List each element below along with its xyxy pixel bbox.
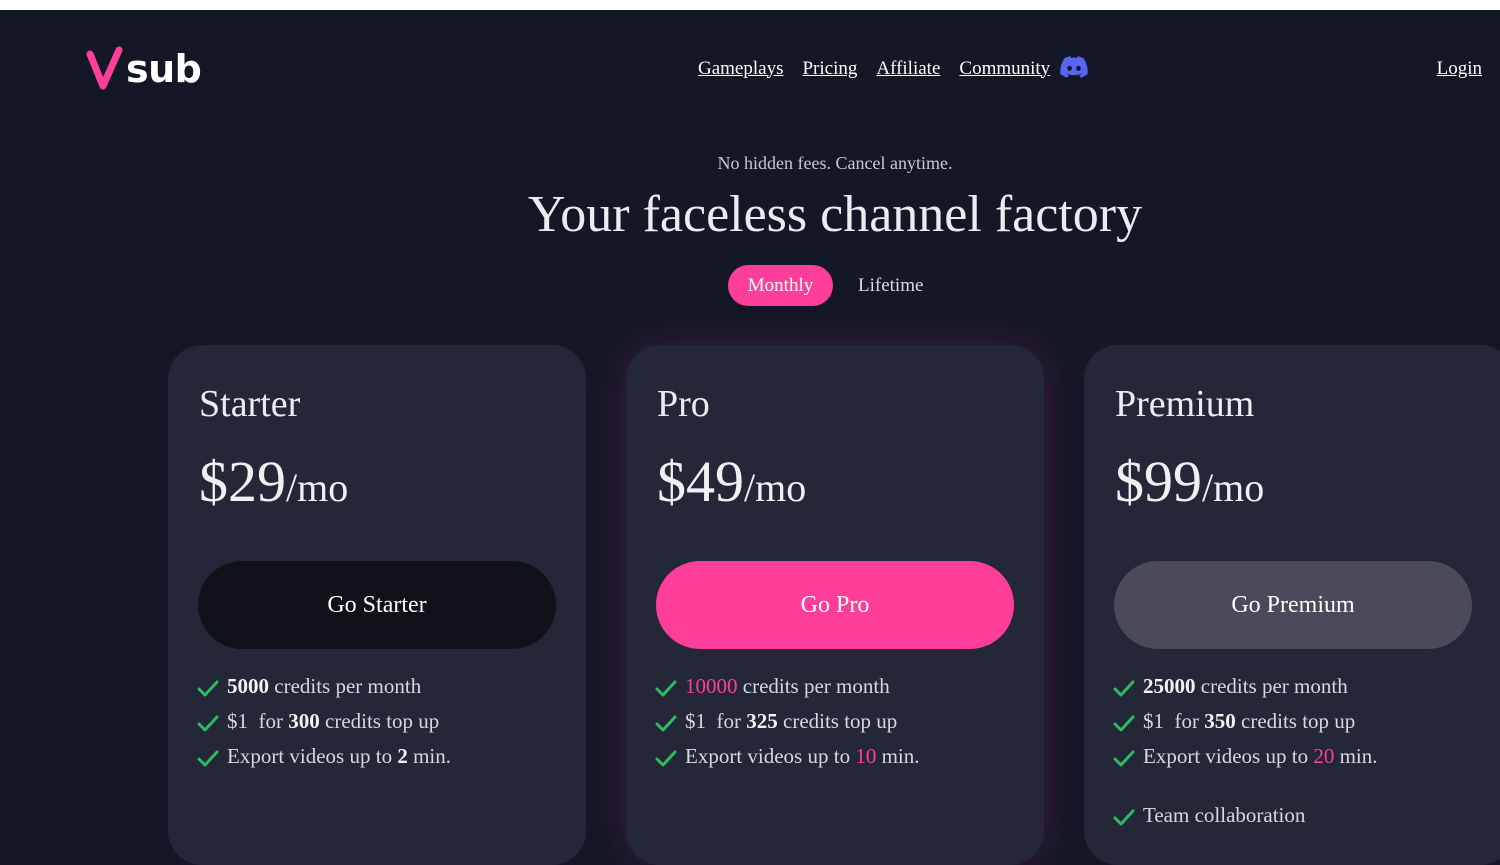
price-amount: $99 xyxy=(1115,449,1202,514)
feature-text: credits per month xyxy=(269,674,422,698)
check-icon xyxy=(197,680,219,697)
feature-text: credits top up xyxy=(319,709,440,733)
hero-subtitle: No hidden fees. Cancel anytime. xyxy=(717,153,953,173)
plan-card-pro: Pro $49/mo Go Pro 10000 credits per mont… xyxy=(626,345,1044,865)
page-title: Your faceless channel factory xyxy=(527,186,1143,243)
brand-name: sub xyxy=(126,47,202,91)
feature-text: credits top up xyxy=(1235,709,1356,733)
feature-text: Team collaboration xyxy=(1143,803,1306,827)
price-period: /mo xyxy=(286,465,349,510)
main-nav: Gameplays Pricing Affiliate Community xyxy=(698,54,1088,83)
plan-price: $29/mo xyxy=(199,447,348,532)
feature-item: Export videos up to 20 min. xyxy=(1113,739,1378,774)
feature-list: 25000 credits per month $1 for 350 credi… xyxy=(1113,669,1378,833)
price-amount: $29 xyxy=(199,449,286,514)
feature-list: 5000 credits per month $1 for 300 credit… xyxy=(197,669,451,774)
price-period: /mo xyxy=(1202,465,1265,510)
go-premium-button[interactable]: Go Premium xyxy=(1114,561,1472,649)
feature-text: min. xyxy=(407,744,451,768)
price-amount: $49 xyxy=(657,449,744,514)
price-period: /mo xyxy=(744,465,807,510)
check-icon xyxy=(1113,809,1135,826)
billing-toggle: Monthly Lifetime xyxy=(728,265,923,306)
go-starter-button[interactable]: Go Starter xyxy=(198,561,556,649)
export-minutes: 20 xyxy=(1313,744,1335,768)
feature-text: credits top up xyxy=(777,709,898,733)
check-icon xyxy=(655,750,677,767)
feature-item: Team collaboration xyxy=(1113,798,1378,833)
plan-price: $49/mo xyxy=(657,447,806,532)
feature-item: 5000 credits per month xyxy=(197,669,451,704)
credits-amount: 25000 xyxy=(1143,674,1196,698)
check-icon xyxy=(197,750,219,767)
check-icon xyxy=(655,715,677,732)
feature-item: $1 for 300 credits top up xyxy=(197,704,451,739)
feature-text: Export videos up to xyxy=(227,744,398,768)
browser-top-strip xyxy=(0,0,1500,10)
check-icon xyxy=(197,715,219,732)
feature-list: 10000 credits per month $1 for 325 credi… xyxy=(655,669,920,774)
nav-link-pricing[interactable]: Pricing xyxy=(802,56,857,82)
feature-text: $1 for xyxy=(685,709,747,733)
toggle-monthly[interactable]: Monthly xyxy=(728,265,833,306)
feature-text: credits per month xyxy=(1195,674,1348,698)
feature-text: credits per month xyxy=(737,674,890,698)
feature-item: 25000 credits per month xyxy=(1113,669,1378,704)
toggle-lifetime[interactable]: Lifetime xyxy=(858,265,923,306)
feature-text: min. xyxy=(876,744,920,768)
export-minutes: 2 xyxy=(397,744,408,768)
plan-name: Premium xyxy=(1115,383,1255,425)
plan-name: Starter xyxy=(199,383,301,425)
feature-item: Export videos up to 10 min. xyxy=(655,739,920,774)
check-icon xyxy=(1113,680,1135,697)
check-icon xyxy=(1113,715,1135,732)
credits-amount: 5000 xyxy=(227,674,269,698)
check-icon xyxy=(1113,750,1135,767)
v-logo-icon xyxy=(86,46,123,90)
plan-name: Pro xyxy=(657,383,710,425)
topup-amount: 325 xyxy=(746,709,778,733)
export-minutes: 10 xyxy=(855,744,877,768)
brand-logo[interactable]: sub xyxy=(86,46,202,92)
feature-text: $1 for xyxy=(227,709,289,733)
plan-price: $99/mo xyxy=(1115,447,1264,532)
feature-item: $1 for 325 credits top up xyxy=(655,704,920,739)
plan-card-premium: Premium $99/mo Go Premium 25000 credits … xyxy=(1084,345,1500,865)
feature-item: 10000 credits per month xyxy=(655,669,920,704)
go-pro-button[interactable]: Go Pro xyxy=(656,561,1014,649)
feature-text: Export videos up to xyxy=(685,744,856,768)
credits-amount: 10000 xyxy=(685,674,738,698)
feature-item: $1 for 350 credits top up xyxy=(1113,704,1378,739)
nav-link-gameplays[interactable]: Gameplays xyxy=(698,56,783,82)
nav-link-community[interactable]: Community xyxy=(959,56,1050,82)
discord-icon[interactable] xyxy=(1060,56,1088,83)
check-icon xyxy=(655,680,677,697)
nav-link-affiliate[interactable]: Affiliate xyxy=(876,56,940,82)
login-link[interactable]: Login xyxy=(1437,56,1482,82)
feature-text: min. xyxy=(1334,744,1378,768)
plan-card-starter: Starter $29/mo Go Starter 5000 credits p… xyxy=(168,345,586,865)
feature-text: Export videos up to xyxy=(1143,744,1314,768)
feature-text: $1 for xyxy=(1143,709,1205,733)
feature-item: Export videos up to 2 min. xyxy=(197,739,451,774)
topup-amount: 350 xyxy=(1204,709,1236,733)
topup-amount: 300 xyxy=(288,709,320,733)
